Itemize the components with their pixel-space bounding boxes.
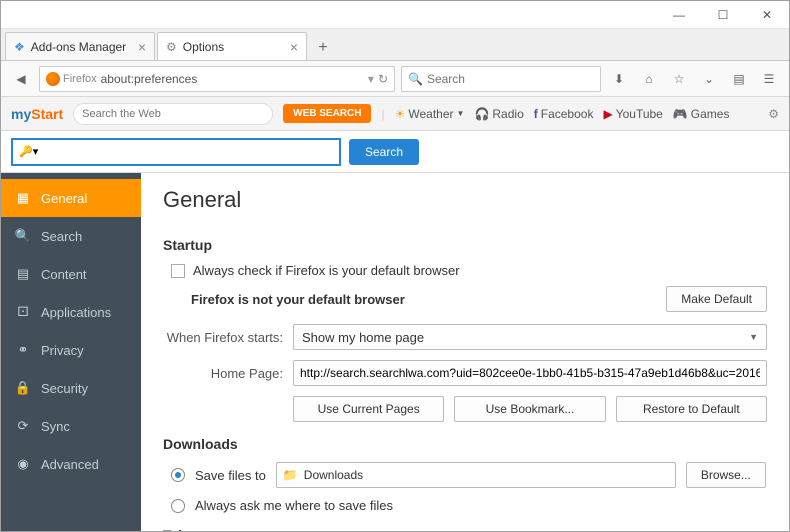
mystart-settings-icon[interactable]: ⚙ <box>768 107 779 121</box>
dropdown-icon[interactable]: ▾ <box>368 72 374 86</box>
mask-icon: ⚭ <box>15 342 31 358</box>
facebook-icon: f <box>534 107 538 121</box>
folder-icon: 📁 <box>283 468 298 482</box>
tab-options[interactable]: ⚙ Options × <box>157 32 307 60</box>
close-button[interactable]: ✕ <box>745 1 789 29</box>
restore-default-button[interactable]: Restore to Default <box>616 396 767 422</box>
search-icon: 🔍 <box>15 228 31 244</box>
bookmarks-icon[interactable]: ☆ <box>667 67 691 91</box>
browse-button[interactable]: Browse... <box>686 462 766 488</box>
main-area: ▦General 🔍Search ▤Content ⚀Applications … <box>1 173 789 531</box>
sync-icon: ⟳ <box>15 418 31 434</box>
radio-icon: 🎧 <box>474 107 489 121</box>
minimize-button[interactable]: — <box>657 1 701 29</box>
mystart-search[interactable] <box>73 103 273 125</box>
tab-close-icon[interactable]: × <box>138 39 146 55</box>
always-ask-label: Always ask me where to save files <box>195 498 393 513</box>
radio-link[interactable]: 🎧Radio <box>474 107 523 121</box>
tab-strip: ❖ Add-ons Manager × ⚙ Options × + <box>1 29 789 61</box>
reload-icon[interactable]: ↻ <box>378 72 388 86</box>
mystart-search-input[interactable] <box>82 108 264 120</box>
homepage-input[interactable] <box>293 360 767 386</box>
chevron-down-icon: ▼ <box>749 332 758 342</box>
always-ask-radio[interactable] <box>171 499 185 513</box>
history-icon[interactable]: ▤ <box>727 67 751 91</box>
downloads-icon[interactable]: ⬇ <box>607 67 631 91</box>
window-titlebar: — ☐ ✕ <box>1 1 789 29</box>
menu-icon[interactable]: ☰ <box>757 67 781 91</box>
sidebar-item-sync[interactable]: ⟳Sync <box>1 407 141 445</box>
search-icon: 🔍 <box>408 72 423 86</box>
sidebar-item-advanced[interactable]: ◉Advanced <box>1 445 141 483</box>
tab-addons[interactable]: ❖ Add-ons Manager × <box>5 32 155 60</box>
youtube-icon: ▶ <box>603 107 612 121</box>
firefox-icon <box>46 72 60 86</box>
youtube-link[interactable]: ▶YouTube <box>603 107 662 121</box>
always-check-checkbox[interactable] <box>171 264 185 278</box>
secondary-search-button[interactable]: Search <box>349 139 419 165</box>
rocket-icon: ⚀ <box>15 304 31 320</box>
maximize-button[interactable]: ☐ <box>701 1 745 29</box>
url-input[interactable] <box>101 72 364 86</box>
navigation-bar: ◀ Firefox ▾ ↻ 🔍 ⬇ ⌂ ☆ ⌄ ▤ ☰ <box>1 61 789 97</box>
secondary-search-bar: 🔑▾ Search <box>1 131 789 173</box>
web-search-button[interactable]: WEB SEARCH <box>283 104 371 123</box>
use-current-button[interactable]: Use Current Pages <box>293 396 444 422</box>
weather-link[interactable]: ☀Weather▼ <box>395 107 465 121</box>
search-icon: 🔑▾ <box>19 145 38 158</box>
new-tab-button[interactable]: + <box>309 36 337 60</box>
gear-icon: ⚙ <box>166 40 177 54</box>
sidebar-item-privacy[interactable]: ⚭Privacy <box>1 331 141 369</box>
search-box[interactable]: 🔍 <box>401 66 601 92</box>
preferences-sidebar: ▦General 🔍Search ▤Content ⚀Applications … <box>1 173 141 531</box>
tab-close-icon[interactable]: × <box>290 39 298 55</box>
downloads-heading: Downloads <box>163 436 767 452</box>
games-icon: 🎮 <box>673 107 688 121</box>
sidebar-item-applications[interactable]: ⚀Applications <box>1 293 141 331</box>
use-bookmark-button[interactable]: Use Bookmark... <box>454 396 605 422</box>
preferences-content: General Startup Always check if Firefox … <box>141 173 789 531</box>
sidebar-item-security[interactable]: 🔒Security <box>1 369 141 407</box>
identity-badge: Firefox <box>46 72 97 86</box>
tab-label: Add-ons Manager <box>31 40 126 54</box>
home-icon[interactable]: ⌂ <box>637 67 661 91</box>
sidebar-item-content[interactable]: ▤Content <box>1 255 141 293</box>
tab-label: Options <box>183 40 224 54</box>
advanced-icon: ◉ <box>15 456 31 472</box>
startup-heading: Startup <box>163 237 767 253</box>
save-to-radio[interactable] <box>171 468 185 482</box>
general-icon: ▦ <box>15 190 31 206</box>
mystart-toolbar: myStart WEB SEARCH | ☀Weather▼ 🎧Radio fF… <box>1 97 789 131</box>
downloads-folder-display: 📁 Downloads <box>276 462 676 488</box>
games-link[interactable]: 🎮Games <box>673 107 730 121</box>
search-input[interactable] <box>427 72 594 86</box>
tabs-heading: Tabs <box>163 527 767 531</box>
secondary-search-input[interactable] <box>42 144 333 159</box>
sidebar-item-search[interactable]: 🔍Search <box>1 217 141 255</box>
save-to-label: Save files to <box>195 468 266 483</box>
pocket-icon[interactable]: ⌄ <box>697 67 721 91</box>
make-default-button[interactable]: Make Default <box>666 286 767 312</box>
when-starts-label: When Firefox starts: <box>163 330 283 345</box>
facebook-link[interactable]: fFacebook <box>534 107 594 121</box>
secondary-search-box[interactable]: 🔑▾ <box>11 138 341 166</box>
puzzle-icon: ❖ <box>14 40 25 54</box>
back-button[interactable]: ◀ <box>9 67 33 91</box>
when-starts-select[interactable]: Show my home page ▼ <box>293 324 767 350</box>
mystart-logo: myStart <box>11 106 63 122</box>
page-title: General <box>163 187 767 213</box>
lock-icon: 🔒 <box>15 380 31 396</box>
always-check-label: Always check if Firefox is your default … <box>193 263 460 278</box>
content-icon: ▤ <box>15 266 31 282</box>
url-box[interactable]: Firefox ▾ ↻ <box>39 66 395 92</box>
sidebar-item-general[interactable]: ▦General <box>1 179 141 217</box>
not-default-text: Firefox is not your default browser <box>191 292 405 307</box>
sun-icon: ☀ <box>395 107 406 121</box>
homepage-label: Home Page: <box>163 366 283 381</box>
